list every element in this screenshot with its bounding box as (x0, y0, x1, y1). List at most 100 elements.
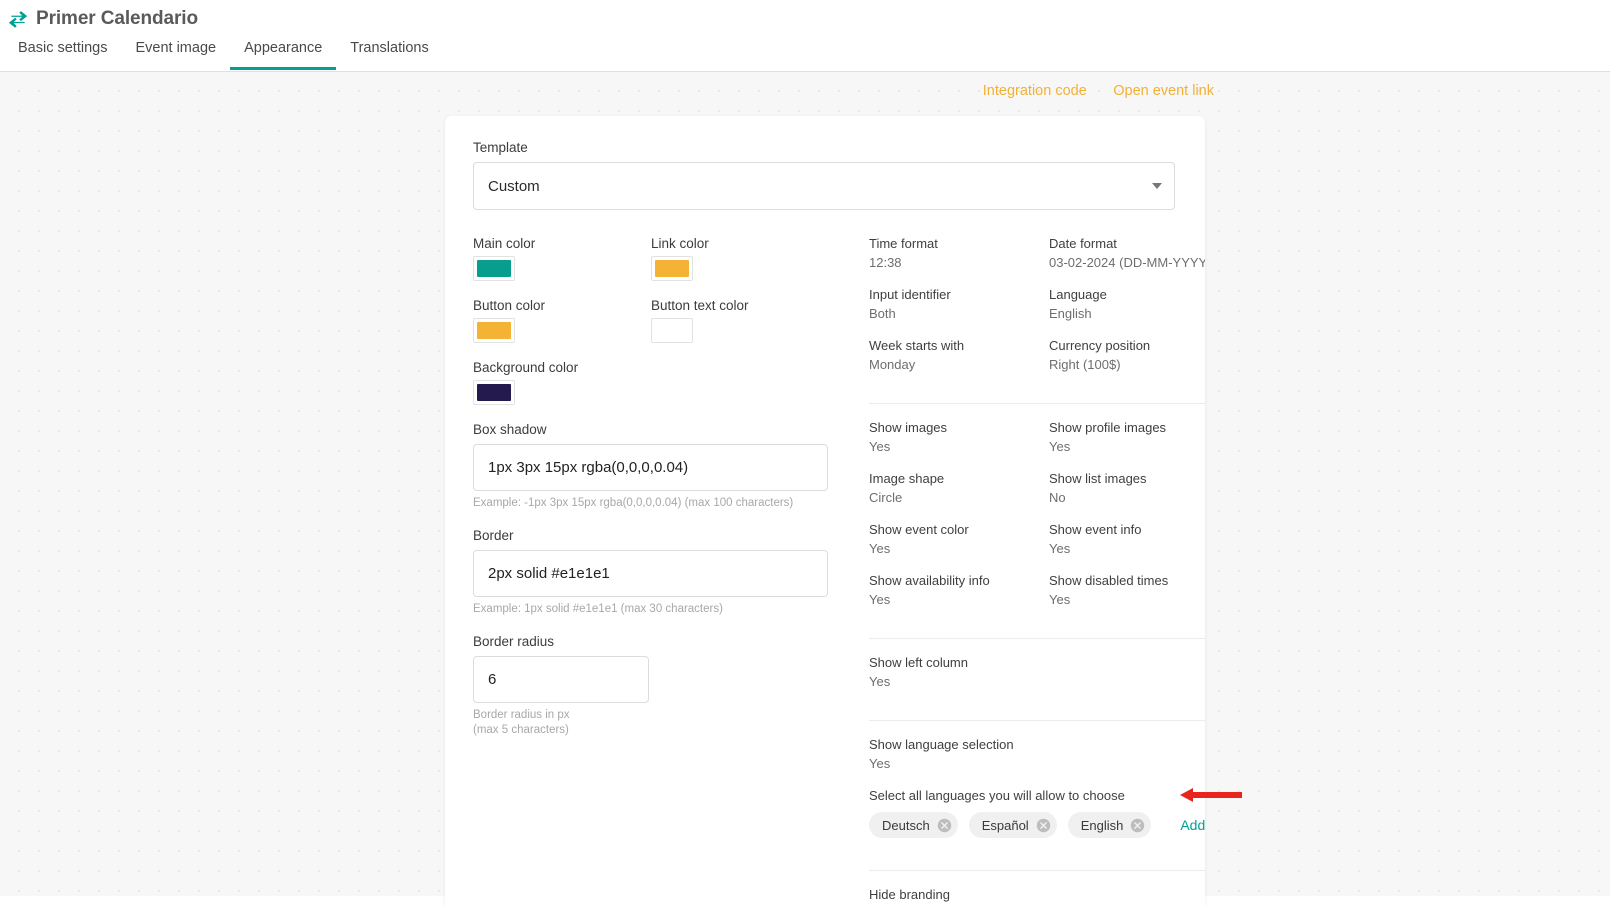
setting-show-list-images[interactable]: Show list images No (1049, 471, 1205, 505)
border-input[interactable]: 2px solid #e1e1e1 (473, 549, 828, 597)
setting-key: Show profile images (1049, 420, 1167, 435)
close-icon[interactable] (937, 818, 952, 833)
color-field-button-text: Button text color (651, 298, 829, 343)
setting-currency-position[interactable]: Currency position Right (100$) (1049, 338, 1205, 372)
section-divider (869, 403, 1205, 404)
setting-row: Show images Yes Show profile images Yes (869, 420, 1205, 454)
button-color-picker[interactable] (473, 318, 515, 343)
section-divider (869, 720, 1205, 721)
setting-language[interactable]: Language English (1049, 287, 1205, 321)
setting-input-identifier[interactable]: Input identifier Both (869, 287, 1049, 321)
setting-key: Date format (1049, 236, 1117, 251)
color-field-link: Link color (651, 236, 829, 281)
setting-hide-branding[interactable]: Hide branding No (869, 887, 1205, 906)
language-chip: Español (968, 812, 1057, 838)
setting-value: Right (100$) (1049, 357, 1121, 372)
setting-value: Yes (869, 674, 891, 689)
link-color-swatch (655, 260, 689, 277)
setting-value: Yes (1049, 541, 1071, 556)
setting-value: Monday (869, 357, 916, 372)
setting-show-availability-info[interactable]: Show availability info Yes (869, 573, 1049, 607)
setting-row: Week starts with Monday Currency positio… (869, 338, 1205, 372)
setting-value: Circle (869, 490, 903, 505)
button-text-color-label: Button text color (651, 298, 749, 313)
swap-arrows-icon (8, 11, 28, 28)
title-row: Primer Calendario (0, 0, 1610, 32)
setting-value: No (1049, 490, 1066, 505)
red-arrow-annotation (1180, 788, 1242, 802)
setting-show-disabled-times[interactable]: Show disabled times Yes (1049, 573, 1205, 607)
close-icon[interactable] (1130, 818, 1145, 833)
setting-image-shape[interactable]: Image shape Circle (869, 471, 1049, 505)
appearance-right-column: Time format 12:38 Date format 03-02-2024… (869, 236, 1205, 906)
setting-show-images[interactable]: Show images Yes (869, 420, 1049, 454)
setting-date-format[interactable]: Date format 03-02-2024 (DD-MM-YYYY) (1049, 236, 1205, 270)
page-body: Integration code Open event link Templat… (0, 72, 1610, 906)
button-color-label: Button color (473, 298, 546, 313)
add-language-link[interactable]: Add (1180, 817, 1205, 833)
button-color-swatch (477, 322, 511, 339)
template-select[interactable]: Custom (473, 162, 1175, 210)
setting-row: Show language selection Yes (869, 737, 1205, 771)
color-grid: Main color Link color Button color Butto… (473, 236, 861, 422)
setting-show-language-selection[interactable]: Show language selection Yes (869, 737, 1205, 771)
box-shadow-input[interactable]: 1px 3px 15px rgba(0,0,0,0.04) (473, 444, 828, 491)
background-color-picker[interactable] (473, 380, 515, 405)
background-color-label: Background color (473, 360, 579, 375)
settings-group-left-column: Show left column Yes (869, 655, 1205, 720)
setting-value: Yes (869, 756, 891, 771)
app-header: Primer Calendario Basic settings Event i… (0, 0, 1610, 72)
setting-show-event-info[interactable]: Show event info Yes (1049, 522, 1205, 556)
tab-event-image[interactable]: Event image (121, 40, 230, 70)
setting-week-starts-with[interactable]: Week starts with Monday (869, 338, 1049, 372)
setting-value: 12:38 (869, 255, 902, 270)
tab-appearance[interactable]: Appearance (230, 40, 337, 70)
setting-value: Both (869, 306, 896, 321)
chip-label: English (1080, 817, 1124, 833)
open-event-link[interactable]: Open event link (1113, 83, 1214, 99)
setting-key: Show event info (1049, 522, 1142, 537)
languages-label: Select all languages you will allow to c… (869, 788, 1125, 803)
settings-group-display: Show images Yes Show profile images Yes … (869, 420, 1205, 638)
link-color-picker[interactable] (651, 256, 693, 281)
border-radius-input[interactable]: 6 (473, 655, 649, 703)
setting-key: Show left column (869, 655, 968, 670)
setting-row: Show left column Yes (869, 655, 1205, 689)
setting-key: Show availability info (869, 573, 990, 588)
setting-key: Show images (869, 420, 948, 435)
setting-show-event-color[interactable]: Show event color Yes (869, 522, 1049, 556)
border-radius-label: Border radius (473, 633, 555, 649)
setting-value: English (1049, 306, 1092, 321)
tab-bar: Basic settings Event image Appearance Tr… (0, 32, 1610, 70)
button-text-color-picker[interactable] (651, 318, 693, 343)
integration-code-link[interactable]: Integration code (983, 83, 1087, 99)
setting-key: Show list images (1049, 471, 1147, 486)
setting-show-profile-images[interactable]: Show profile images Yes (1049, 420, 1205, 454)
border-radius-value: 6 (488, 670, 497, 688)
setting-key: Hide branding (869, 887, 950, 902)
color-field-main: Main color (473, 236, 651, 281)
top-links: Integration code Open event link (0, 82, 1236, 100)
setting-show-left-column[interactable]: Show left column Yes (869, 655, 1205, 689)
language-chip: English (1067, 812, 1152, 838)
card-columns: Main color Link color Button color Butto… (473, 236, 1205, 906)
setting-key: Image shape (869, 471, 945, 486)
setting-time-format[interactable]: Time format 12:38 (869, 236, 1049, 270)
main-color-swatch (477, 260, 511, 277)
language-chip-list: Deutsch Español English Add (869, 812, 1205, 838)
setting-row: Show availability info Yes Show disabled… (869, 573, 1205, 607)
close-icon[interactable] (1036, 818, 1051, 833)
template-label: Template (473, 140, 528, 155)
main-color-picker[interactable] (473, 256, 515, 281)
tab-basic-settings[interactable]: Basic settings (4, 40, 121, 70)
setting-value: Yes (869, 439, 891, 454)
setting-key: Show language selection (869, 737, 1014, 752)
appearance-left-column: Main color Link color Button color Butto… (473, 236, 861, 906)
setting-key: Show event color (869, 522, 969, 537)
setting-key: Show disabled times (1049, 573, 1169, 588)
settings-group-formats: Time format 12:38 Date format 03-02-2024… (869, 236, 1205, 403)
setting-key: Input identifier (869, 287, 951, 302)
chip-label: Español (981, 817, 1029, 833)
tab-translations[interactable]: Translations (336, 40, 442, 70)
template-selected-value: Custom (488, 177, 540, 195)
